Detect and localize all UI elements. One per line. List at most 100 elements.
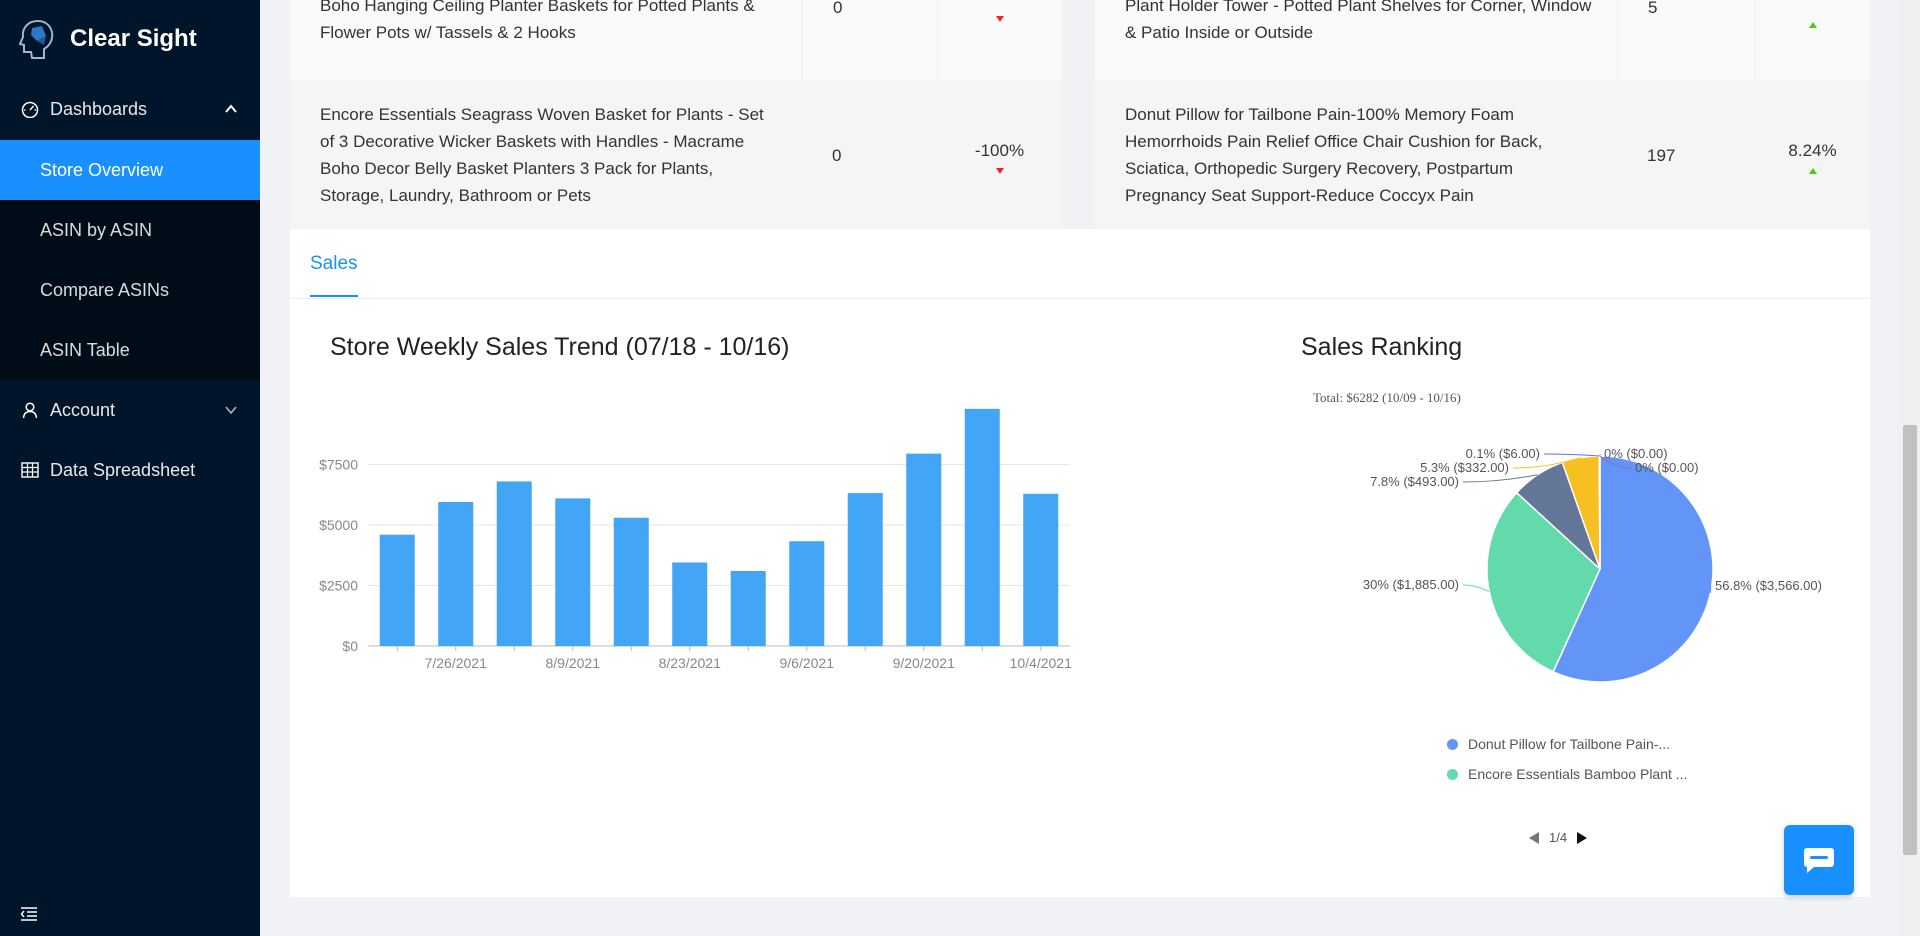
legend-dot [1447,738,1458,750]
sidebar-item-asin-by-asin[interactable]: ASIN by ASIN [0,200,260,260]
bar [496,481,532,646]
pie-slice [1598,455,1601,570]
arrow-down-icon [995,167,1004,174]
pie-label: 7.8% ($493.00) [1370,474,1459,489]
menu-account[interactable]: Account [0,380,260,440]
x-tick-label: 10/4/2021 [1010,655,1072,671]
y-tick-label: $0 [342,638,358,654]
bar [438,502,474,646]
pager-text: 1/4 [1549,830,1568,845]
pie-chart-subtitle: Total: $6282 (10/09 - 10/16) [1313,390,1461,405]
value: 5 [1648,0,1658,17]
pie-leader-line [1709,585,1712,593]
bar-chart-title: Store Weekly Sales Trend (07/18 - 10/16) [330,333,790,361]
pie-label: 56.8% ($3,566.00) [1715,578,1822,593]
change-cell: 8.24% [1755,80,1870,230]
bar [847,493,883,646]
table-row[interactable]: Donut Pillow for Tailbone Pain-100% Memo… [1095,80,1870,230]
card-tabs: Sales [290,229,1870,299]
value: 197 [1647,145,1676,165]
table-icon [20,460,40,480]
value: 0 [832,145,842,165]
product-name-cell: Boho Hanging Ceiling Planter Baskets for… [290,0,802,80]
change: -100% [974,140,1025,160]
scrollbar-thumb[interactable] [1903,425,1917,855]
chat-button[interactable] [1784,825,1854,895]
brand[interactable]: Clear Sight [0,0,260,78]
product-name: Encore Essentials Seagrass Woven Basket … [320,105,764,205]
bar [964,408,1000,646]
chevron-up-icon [225,104,237,113]
pie-label: 0.1% ($6.00) [1466,446,1540,461]
user-icon [20,400,40,420]
prev-page-icon[interactable] [1527,831,1541,845]
table-row[interactable]: Boho Hanging Ceiling Planter Baskets for… [290,0,1062,80]
bar [730,570,766,646]
x-tick-label: 8/9/2021 [546,655,601,671]
x-tick-label: 7/26/2021 [425,655,487,671]
change-cell: -100% [937,80,1062,230]
product-name: Donut Pillow for Tailbone Pain-100% Memo… [1125,105,1543,205]
sidebar-item-compare-asins[interactable]: Compare ASINs [0,260,260,320]
sidebar-item-label: ASIN Table [40,339,130,360]
change: 8.24% [1788,140,1837,160]
pie-leader-line [1543,453,1600,457]
sidebar-item-store-overview[interactable]: Store Overview [0,140,260,200]
pie-leader-line [1462,584,1490,593]
value-cell: 197 [1617,80,1755,230]
tab-sales[interactable]: Sales [310,253,358,297]
y-tick-label: $5000 [319,517,358,533]
logo-icon [18,19,54,59]
menu-data-spreadsheet[interactable]: Data Spreadsheet [0,440,260,500]
pie-label: 5.3% ($332.00) [1420,460,1509,475]
x-tick-label: 8/23/2021 [659,655,721,671]
y-tick-label: $7500 [319,457,358,473]
menu-account-label: Account [50,399,116,420]
y-tick-label: $2500 [319,578,358,594]
product-name: Plant Holder Tower - Potted Plant Shelve… [1125,0,1592,42]
chevron-down-icon [225,406,237,415]
dashboard-icon [20,99,40,119]
legend-pager: 1/4 [1527,830,1589,845]
bar-chart: $0 $2500 $5000 $7500 7/26/2021 8/9/2021 8/23/2… [319,408,1072,671]
product-name-cell: Plant Holder Tower - Potted Plant Shelve… [1095,0,1617,80]
menu-dashboards[interactable]: Dashboards [0,78,260,140]
change-cell [1755,0,1870,80]
arrow-up-icon [1809,22,1817,28]
pie-chart-title: Sales Ranking [1301,333,1463,361]
value-cell: 0 [802,80,937,230]
next-page-icon[interactable] [1575,831,1589,845]
sales-card: Sales Store Weekly Sales Trend (07/18 - … [290,229,1870,897]
arrow-down-icon [996,16,1004,22]
legend-item[interactable]: Encore Essentials Bamboo Plant ... [1447,766,1687,782]
pie-label: 30% ($1,885.00) [1363,577,1459,592]
sidebar-item-label: ASIN by ASIN [40,219,153,240]
x-tick-label: 9/20/2021 [893,655,955,671]
sidebar-item-label: Compare ASINs [40,279,170,300]
table-row[interactable]: Encore Essentials Seagrass Woven Basket … [290,80,1062,230]
pie-chart: 56.8% ($3,566.00) 30% ($1,885.00) 7.8% ($4… [1363,446,1822,683]
product-name-cell: Donut Pillow for Tailbone Pain-100% Memo… [1095,80,1617,230]
arrow-up-icon [1808,167,1817,174]
product-name: Boho Hanging Ceiling Planter Baskets for… [320,0,755,42]
legend-item[interactable]: Donut Pillow for Tailbone Pain-... [1447,736,1670,752]
x-tick-label: 9/6/2021 [780,655,835,671]
bar [613,517,649,646]
sidebar-item-asin-table[interactable]: ASIN Table [0,320,260,380]
sidebar: Clear Sight Dashboards Store Overview AS… [0,0,260,936]
value: 0 [833,0,843,17]
menu-fold-icon[interactable] [20,906,38,922]
pie-label: 0% ($0.00) [1604,446,1668,461]
dashboards-submenu: Store Overview ASIN by ASIN Compare ASIN… [0,140,260,380]
pie-leader-line [1462,474,1538,483]
product-name-cell: Encore Essentials Seagrass Woven Basket … [290,80,802,230]
bar [672,562,708,646]
legend-label: Donut Pillow for Tailbone Pain-... [1468,736,1671,752]
scrollbar[interactable] [1900,0,1920,936]
legend-label: Encore Essentials Bamboo Plant ... [1468,766,1688,782]
bar [379,534,415,646]
bar [555,498,591,646]
bar [906,453,942,646]
value-cell: 0 [802,0,937,80]
table-row[interactable]: Plant Holder Tower - Potted Plant Shelve… [1095,0,1870,80]
